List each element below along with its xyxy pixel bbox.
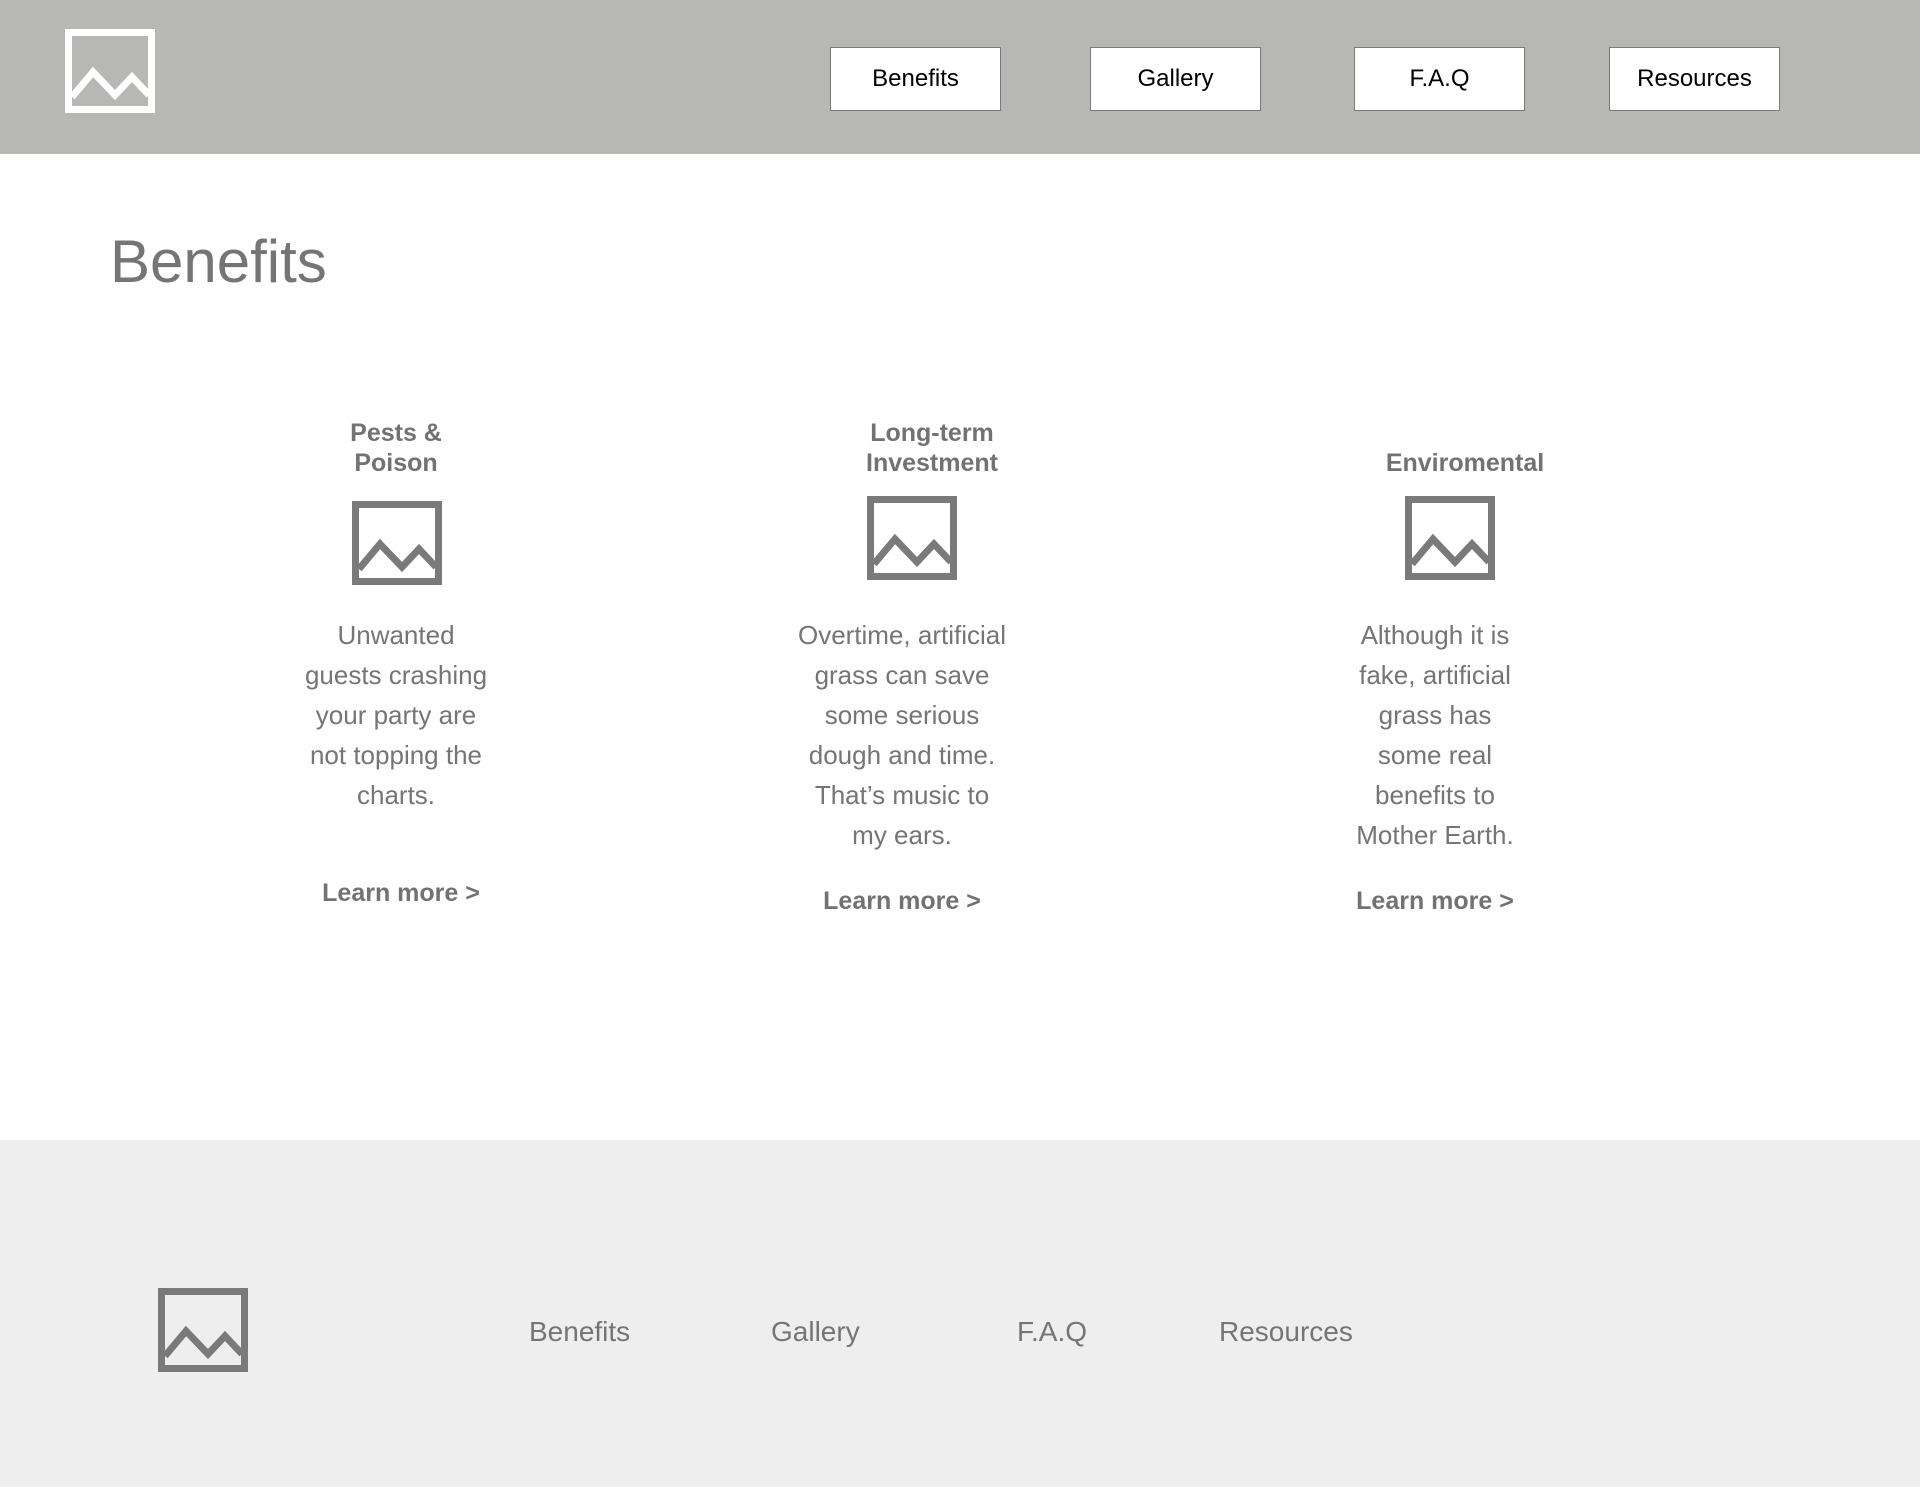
- nav-button-resources[interactable]: Resources: [1609, 47, 1780, 111]
- benefit-card-environmental: Enviromental Although it is fake, artifi…: [1275, 380, 1595, 940]
- footer-link-resources[interactable]: Resources: [1219, 1316, 1353, 1348]
- nav-button-faq[interactable]: F.A.Q: [1354, 47, 1525, 111]
- image-placeholder-icon: [867, 496, 957, 580]
- card-title: Long-term Investment: [866, 419, 998, 477]
- learn-more-link[interactable]: Learn more >: [1275, 887, 1595, 916]
- footer-logo-image-placeholder-icon[interactable]: [158, 1288, 248, 1372]
- card-description: Overtime, artificial grass can save some…: [797, 620, 1007, 850]
- logo-image-placeholder-icon[interactable]: [65, 29, 155, 113]
- card-description: Unwanted guests crashing your party are …: [304, 620, 488, 810]
- header: Benefits Gallery F.A.Q Resources: [0, 0, 1920, 154]
- benefit-card-pests: Pests & Poison Unwanted guests crashing …: [236, 380, 556, 940]
- nav-button-benefits[interactable]: Benefits: [830, 47, 1001, 111]
- page-title: Benefits: [110, 228, 327, 295]
- benefit-card-long-term-investment: Long-term Investment Overtime, artificia…: [742, 380, 1062, 940]
- footer-link-benefits[interactable]: Benefits: [529, 1316, 630, 1348]
- footer: Benefits Gallery F.A.Q Resources: [0, 1140, 1920, 1490]
- card-title: Enviromental: [1385, 449, 1545, 477]
- footer-link-gallery[interactable]: Gallery: [771, 1316, 860, 1348]
- image-placeholder-icon: [1405, 496, 1495, 580]
- learn-more-link[interactable]: Learn more >: [742, 887, 1062, 916]
- footer-link-faq[interactable]: F.A.Q: [1017, 1316, 1087, 1348]
- card-title: Pests & Poison: [350, 419, 442, 477]
- nav-button-gallery[interactable]: Gallery: [1090, 47, 1261, 111]
- learn-more-link[interactable]: Learn more >: [246, 879, 556, 908]
- card-description: Although it is fake, artificial grass ha…: [1356, 620, 1514, 850]
- image-placeholder-icon: [352, 501, 442, 585]
